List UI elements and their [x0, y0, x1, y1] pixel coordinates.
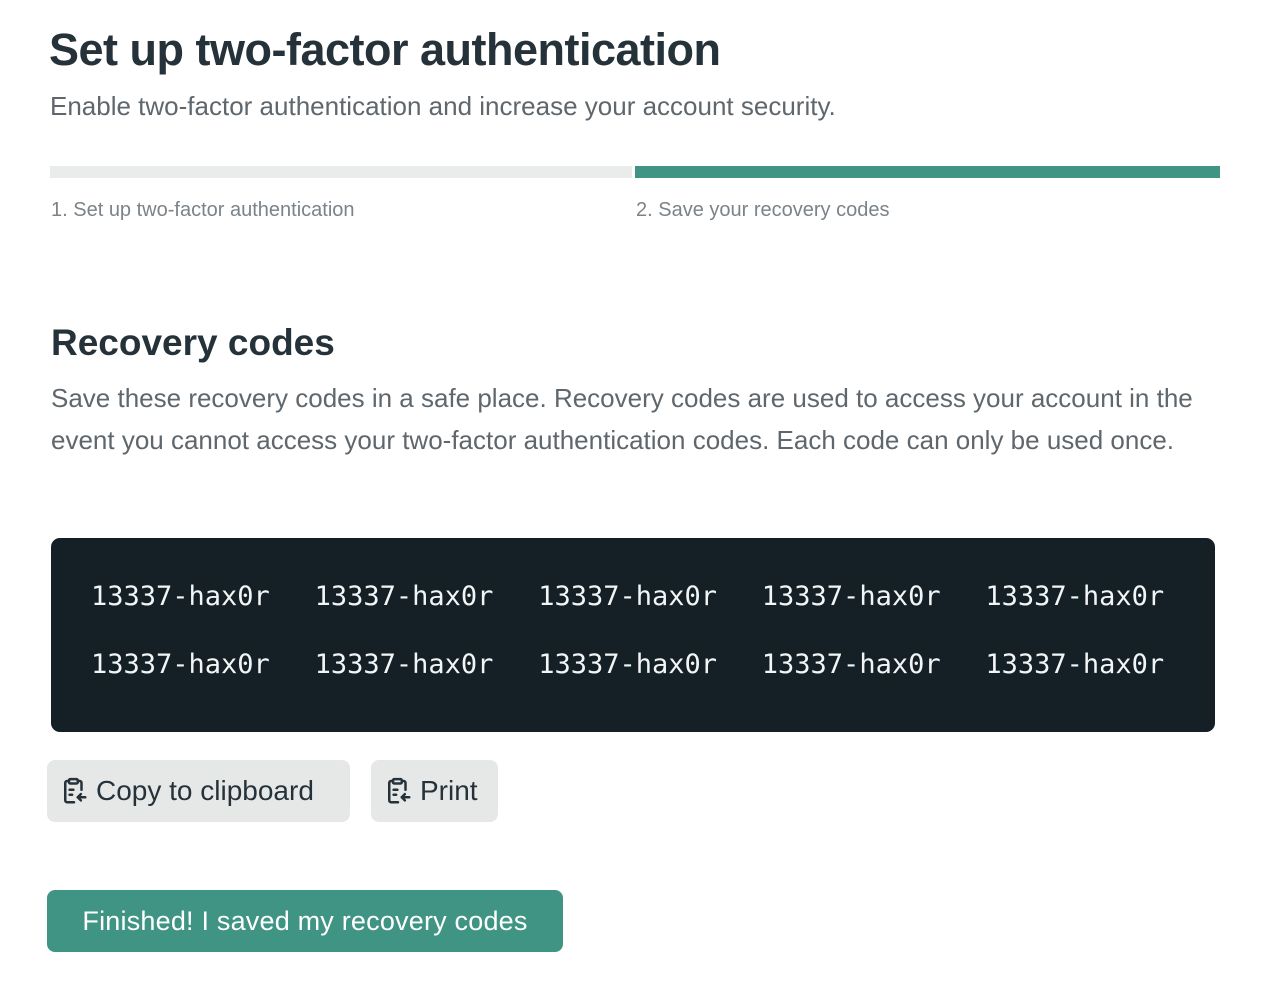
recovery-codes-grid: 13337-hax0r 13337-hax0r 13337-hax0r 1333…	[91, 580, 1209, 682]
page-title: Set up two-factor authentication	[49, 24, 721, 75]
clipboard-icon	[59, 776, 89, 806]
recovery-code: 13337-hax0r	[985, 649, 1165, 680]
progress-step-1	[50, 166, 632, 178]
copy-to-clipboard-button[interactable]: Copy to clipboard	[47, 760, 350, 822]
step-label-setup: 1. Set up two-factor authentication	[51, 199, 355, 221]
section-title: Recovery codes	[51, 322, 335, 363]
recovery-code: 13337-hax0r	[761, 581, 941, 612]
page-subtitle: Enable two-factor authentication and inc…	[50, 91, 836, 121]
recovery-code: 13337-hax0r	[538, 649, 717, 680]
finish-button[interactable]: Finished! I saved my recovery codes	[47, 890, 563, 952]
print-button[interactable]: Print	[371, 760, 498, 822]
progress-step-2	[635, 166, 1220, 178]
progress-bar	[50, 166, 1220, 178]
recovery-codes-box: 13337-hax0r 13337-hax0r 13337-hax0r 1333…	[51, 538, 1215, 732]
recovery-code: 13337-hax0r	[538, 581, 717, 612]
recovery-code: 13337-hax0r	[91, 581, 270, 612]
clipboard-icon	[383, 776, 413, 806]
section-description: Save these recovery codes in a safe plac…	[51, 383, 1193, 455]
recovery-code: 13337-hax0r	[985, 581, 1165, 612]
recovery-code: 13337-hax0r	[91, 649, 270, 680]
recovery-code: 13337-hax0r	[314, 649, 494, 680]
recovery-code: 13337-hax0r	[314, 581, 494, 612]
recovery-code: 13337-hax0r	[761, 649, 941, 680]
copy-button-label: Copy to clipboard	[96, 775, 314, 806]
step-label-save-codes: 2. Save your recovery codes	[636, 199, 890, 221]
page: Set up two-factor authentication Enable …	[0, 0, 1280, 1004]
print-button-label: Print	[420, 775, 478, 806]
